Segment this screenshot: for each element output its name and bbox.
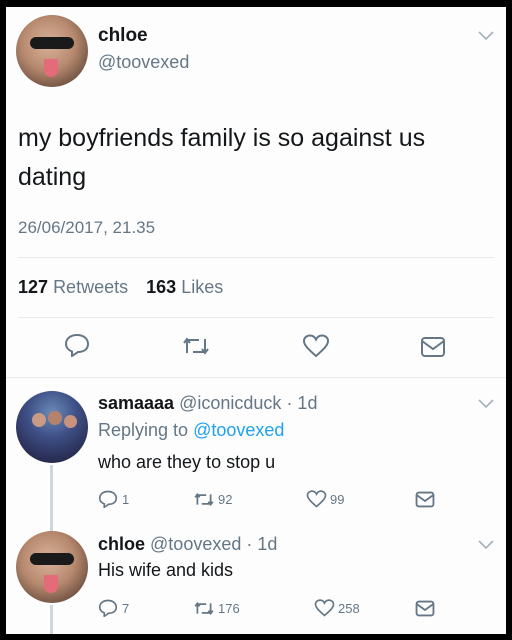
reply-time[interactable]: · 1d (246, 534, 277, 554)
likes-count[interactable]: 163 (146, 277, 176, 297)
person-shape (48, 411, 62, 425)
author-handle[interactable]: @toovexed (150, 534, 241, 554)
person-shape (32, 413, 46, 427)
author-name[interactable]: chloe (98, 25, 148, 47)
divider (18, 257, 494, 258)
reply-icon[interactable] (64, 333, 90, 357)
replying-to-label: Replying to (98, 420, 189, 440)
avatar[interactable] (16, 531, 88, 603)
like-icon[interactable] (306, 490, 327, 508)
avatar[interactable] (16, 15, 88, 87)
person-shape (64, 415, 77, 428)
author-handle[interactable]: @iconicduck (179, 393, 281, 413)
replying-to: Replying to @toovexed (98, 420, 284, 441)
message-icon[interactable] (415, 600, 435, 617)
reply-count: 7 (122, 601, 130, 616)
thread-line (50, 465, 53, 531)
message-icon[interactable] (420, 336, 446, 358)
reply-time[interactable]: · 1d (286, 393, 317, 413)
retweet-icon[interactable] (193, 600, 215, 617)
like-icon[interactable] (302, 334, 330, 358)
author-name[interactable]: chloe (98, 534, 145, 554)
chevron-down-icon[interactable] (478, 540, 494, 550)
reply-text: His wife and kids (98, 560, 234, 580)
tongue-shape (44, 575, 58, 593)
author-handle[interactable]: @toovexed (98, 52, 189, 73)
tweet-text: my boyfriends family is so against us da… (18, 124, 426, 191)
author-name[interactable]: samaaaa (98, 393, 174, 413)
sunglasses-shape (30, 553, 74, 565)
reply-icon[interactable] (98, 599, 118, 617)
like-count: 258 (338, 601, 360, 616)
tongue-shape (44, 59, 58, 77)
retweet-icon[interactable] (181, 335, 211, 357)
replying-to-handle[interactable]: @toovexed (193, 420, 284, 440)
reply-icon[interactable] (98, 490, 118, 508)
tweet-screenshot: chloe @toovexed my boyfriends family is … (6, 7, 506, 634)
chevron-down-icon[interactable] (478, 31, 494, 41)
chevron-down-icon[interactable] (478, 399, 494, 409)
stats-row: 127 Retweets 163 Likes (18, 277, 223, 298)
thread-line (50, 605, 53, 634)
retweets-label[interactable]: Retweets (53, 277, 128, 297)
reply-header: chloe @toovexed · 1d (98, 534, 277, 555)
reply-count: 1 (122, 492, 130, 507)
like-count: 99 (330, 492, 345, 507)
reply-header: samaaaa @iconicduck · 1d (98, 393, 317, 414)
divider (18, 317, 494, 318)
avatar[interactable] (16, 391, 88, 463)
retweet-count: 92 (218, 492, 233, 507)
like-icon[interactable] (314, 599, 335, 617)
message-icon[interactable] (415, 491, 435, 508)
reply-text: who are they to stop u (98, 452, 276, 472)
likes-label[interactable]: Likes (181, 277, 223, 297)
divider (6, 377, 506, 378)
sunglasses-shape (30, 37, 74, 49)
retweet-icon[interactable] (193, 491, 215, 508)
retweet-count: 176 (218, 601, 240, 616)
tweet-timestamp[interactable]: 26/06/2017, 21.35 (18, 218, 155, 238)
retweets-count[interactable]: 127 (18, 277, 48, 297)
